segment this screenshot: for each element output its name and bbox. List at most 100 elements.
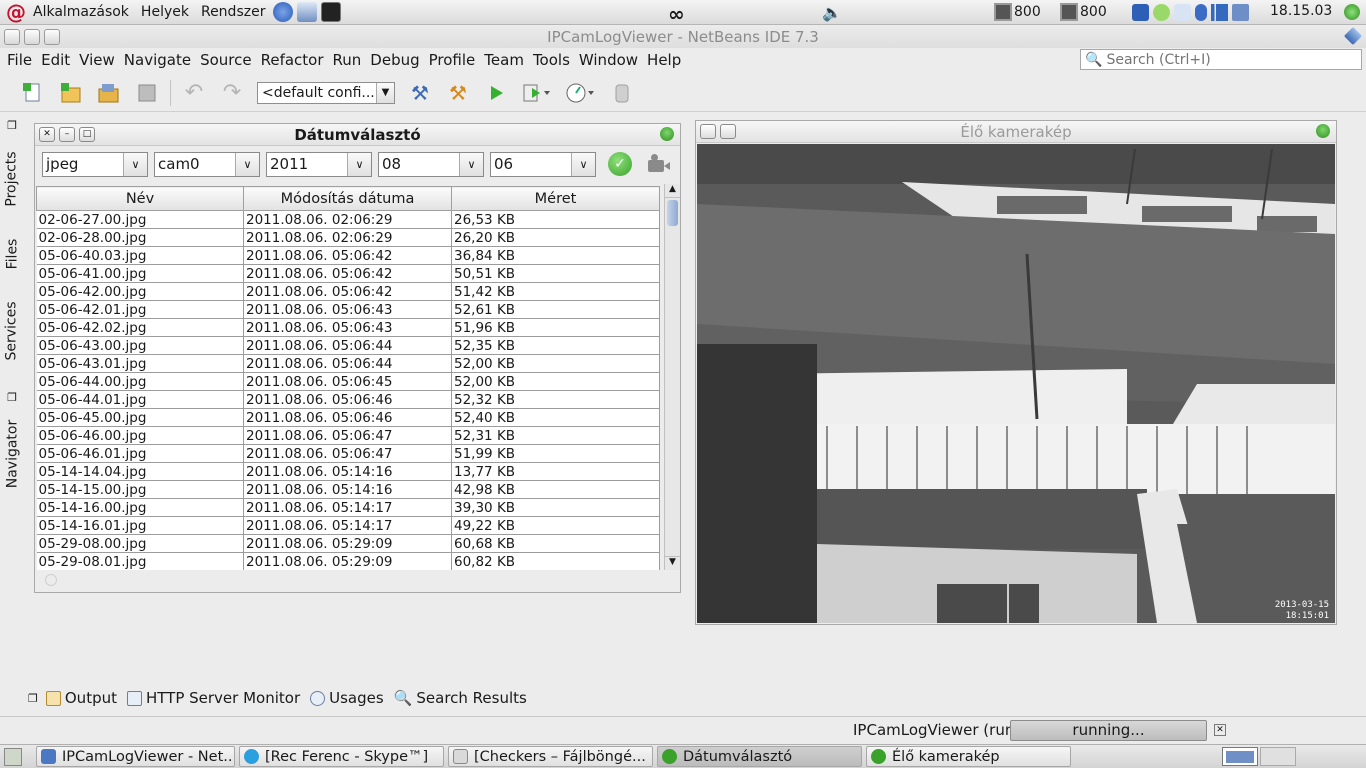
pin-icon[interactable] [1316, 124, 1330, 138]
table-row[interactable]: 05-29-08.00.jpg 2011.08.06. 05:29:09 60,68… [36, 534, 660, 553]
system-menu[interactable]: Rendszer [195, 0, 271, 25]
camera-view-icon[interactable] [646, 153, 672, 175]
build-icon[interactable]: ⚒ [408, 81, 432, 105]
task-date-selector[interactable]: Dátumválasztó [657, 746, 862, 767]
skype-icon[interactable] [1153, 4, 1170, 21]
bluetooth-icon[interactable] [1195, 4, 1207, 21]
dropbox-icon[interactable] [1174, 4, 1191, 21]
run-icon[interactable] [484, 81, 508, 105]
tab-output[interactable]: Output [45, 689, 117, 707]
table-row[interactable]: 05-06-40.03.jpg 2011.08.06. 05:06:42 36,84… [36, 246, 660, 265]
save-all-icon[interactable] [135, 81, 159, 105]
debian-logo-icon[interactable]: @ [5, 1, 27, 23]
menu-team[interactable]: Team [479, 51, 528, 69]
tab-services[interactable]: Services [0, 289, 24, 373]
chevron-down-icon[interactable]: ∨ [123, 152, 147, 176]
menu-tools[interactable]: Tools [528, 51, 574, 69]
workspace-switcher[interactable] [1222, 747, 1258, 766]
tab-files[interactable]: Files [0, 223, 24, 285]
scroll-up-icon[interactable]: ▲ [665, 184, 680, 198]
mail-launcher-icon[interactable] [297, 2, 318, 22]
apply-check-icon[interactable]: ✓ [608, 152, 632, 176]
table-row[interactable]: 05-06-46.00.jpg 2011.08.06. 05:06:47 52,31… [36, 426, 660, 445]
cancel-task-icon[interactable]: ✕ [1214, 724, 1226, 736]
tray-glasses-icon[interactable]: ∞ [668, 2, 685, 26]
task-netbeans[interactable]: IPCamLogViewer - Net... [36, 746, 235, 767]
table-row[interactable]: 05-06-42.01.jpg 2011.08.06. 05:06:43 52,61… [36, 300, 660, 319]
scroll-thumb[interactable] [667, 200, 678, 226]
show-desktop-icon[interactable] [4, 747, 22, 766]
window-titlebar[interactable]: IPCamLogViewer - NetBeans IDE 7.3 [0, 25, 1366, 48]
debug-icon[interactable] [522, 81, 552, 105]
chevron-down-icon[interactable]: ▼ [376, 82, 394, 103]
menu-file[interactable]: File [2, 51, 36, 69]
table-scrollbar[interactable]: ▲ ▼ [664, 184, 680, 570]
apps-menu[interactable]: Alkalmazások [27, 0, 135, 25]
browser-launcher-icon[interactable] [273, 2, 294, 22]
redo-icon[interactable]: ↷ [220, 80, 244, 105]
network-icon[interactable] [1132, 4, 1149, 21]
menu-source[interactable]: Source [195, 51, 256, 69]
column-header-modified[interactable]: Módosítás dátuma [243, 186, 452, 211]
menu-view[interactable]: View [74, 51, 119, 69]
tab-usages[interactable]: Usages [310, 689, 384, 707]
table-row[interactable]: 02-06-27.00.jpg 2011.08.06. 02:06:29 26,53… [36, 210, 660, 229]
quick-search[interactable]: 🔍 [1080, 49, 1362, 70]
table-row[interactable]: 05-06-42.02.jpg 2011.08.06. 05:06:43 51,96… [36, 318, 660, 337]
undo-icon[interactable]: ↶ [182, 80, 206, 105]
gc-icon[interactable] [610, 81, 634, 105]
restore-group-icon[interactable]: ❐ [0, 389, 24, 405]
month-combo[interactable]: 08 ∨ [378, 151, 484, 177]
new-project-icon[interactable] [59, 81, 83, 105]
chevron-down-icon[interactable]: ∨ [235, 152, 259, 176]
table-row[interactable]: 05-06-46.01.jpg 2011.08.06. 05:06:47 51,99… [36, 444, 660, 463]
table-row[interactable]: 05-06-43.00.jpg 2011.08.06. 05:06:44 52,35… [36, 336, 660, 355]
menu-navigate[interactable]: Navigate [119, 51, 195, 69]
menu-edit[interactable]: Edit [36, 51, 74, 69]
table-row[interactable]: 05-06-44.00.jpg 2011.08.06. 05:06:45 52,00… [36, 372, 660, 391]
table-row[interactable]: 05-14-16.01.jpg 2011.08.06. 05:14:17 49,22… [36, 516, 660, 535]
table-row[interactable]: 05-14-16.00.jpg 2011.08.06. 05:14:17 39,30… [36, 498, 660, 517]
chevron-down-icon[interactable]: ∨ [571, 152, 595, 176]
restore-group-icon[interactable]: ❐ [28, 692, 38, 705]
column-header-name[interactable]: Név [36, 186, 244, 211]
progress-bar[interactable]: running... [1010, 720, 1207, 741]
table-row[interactable]: 05-14-15.00.jpg 2011.08.06. 05:14:16 42,98… [36, 480, 660, 499]
scroll-down-icon[interactable]: ▼ [665, 556, 680, 570]
maximize-panel-icon[interactable] [720, 124, 736, 139]
tab-navigator[interactable]: Navigator [0, 409, 24, 499]
menu-debug[interactable]: Debug [365, 51, 423, 69]
menu-help[interactable]: Help [642, 51, 685, 69]
open-project-icon[interactable] [97, 81, 121, 105]
terminal-launcher-icon[interactable] [321, 2, 342, 22]
day-combo[interactable]: 06 ∨ [490, 151, 596, 177]
format-combo[interactable]: jpeg ∨ [42, 151, 148, 177]
camera-combo[interactable]: cam0 ∨ [154, 151, 260, 177]
restore-group-icon[interactable]: ❐ [0, 117, 24, 133]
tab-http-monitor[interactable]: HTTP Server Monitor [126, 689, 300, 707]
table-row[interactable]: 05-06-42.00.jpg 2011.08.06. 05:06:42 51,42… [36, 282, 660, 301]
pin-icon[interactable] [660, 127, 674, 141]
live-camera-header[interactable]: Élő kamerakép [696, 121, 1336, 143]
task-skype[interactable]: [Rec Ferenc - Skype™] [239, 746, 444, 767]
close-panel-icon[interactable]: ✕ [39, 127, 55, 142]
minimize-panel-icon[interactable]: – [59, 127, 75, 142]
maximize-panel-icon[interactable]: □ [79, 127, 95, 142]
year-combo[interactable]: 2011 ∨ [266, 151, 372, 177]
new-file-icon[interactable] [21, 81, 45, 105]
chevron-down-icon[interactable]: ∨ [347, 152, 371, 176]
date-selector-header[interactable]: ✕ – □ Dátumválasztó [35, 124, 680, 146]
places-menu[interactable]: Helyek [135, 0, 195, 25]
table-row[interactable]: 02-06-28.00.jpg 2011.08.06. 02:06:29 26,20… [36, 228, 660, 247]
clean-build-icon[interactable]: ⚒ [446, 81, 470, 105]
user-status-icon[interactable] [1344, 4, 1360, 20]
signal-icon[interactable] [1211, 4, 1228, 21]
table-row[interactable]: 05-06-44.01.jpg 2011.08.06. 05:06:46 52,32… [36, 390, 660, 409]
volume-icon[interactable]: 🔈 [822, 3, 842, 22]
column-header-size[interactable]: Méret [451, 186, 660, 211]
table-row[interactable]: 05-29-08.01.jpg 2011.08.06. 05:29:09 60,82… [36, 552, 660, 570]
menu-run[interactable]: Run [328, 51, 366, 69]
tab-search-results[interactable]: 🔍 Search Results [394, 689, 527, 707]
table-row[interactable]: 05-06-45.00.jpg 2011.08.06. 05:06:46 52,40… [36, 408, 660, 427]
search-input[interactable] [1106, 51, 1357, 68]
